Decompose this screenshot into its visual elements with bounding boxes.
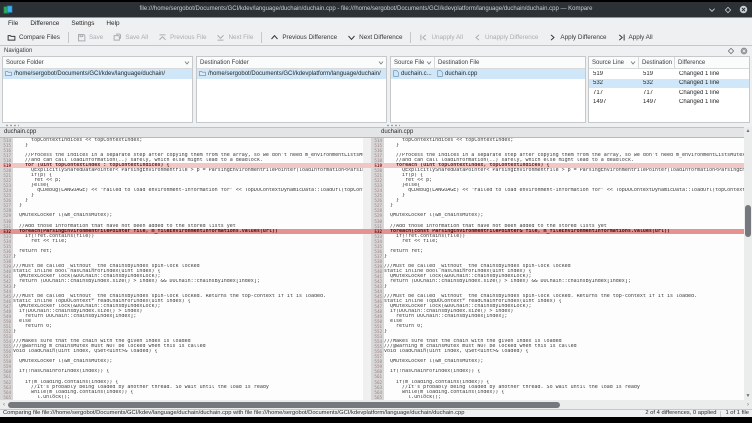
arrow-down-to-bar-icon — [216, 33, 225, 42]
code-line: QExplicitlySharedDataPointer< ParsingEnv… — [384, 168, 744, 173]
code-line: qCDebug(LANGUAGE) << "Failed to load env… — [13, 188, 363, 193]
diff-connector — [363, 138, 371, 400]
folder-icon — [5, 70, 12, 77]
chevron-down-icon — [347, 33, 356, 42]
titlebar[interactable]: file:///home/sergobot/Documents/GCI/kdev… — [0, 2, 752, 17]
scroll-right-icon[interactable]: › — [744, 400, 752, 409]
kompare-window: file:///home/sergobot/Documents/GCI/kdev… — [0, 0, 752, 423]
menu-file[interactable]: File — [2, 18, 24, 29]
file-list: Source File Destination File duchain.c..… — [390, 56, 586, 123]
compare-files-button[interactable]: Compare Files — [2, 31, 65, 44]
chevron-left-bar-icon — [419, 33, 428, 42]
source-line-numbers: 5145155165175185195205215225235245255265… — [0, 138, 13, 400]
vertical-scrollbar-thumb[interactable] — [745, 205, 751, 237]
difference-list: Source Line Destination Line Difference … — [588, 56, 750, 123]
source-folder-header[interactable]: Source Folder — [3, 57, 192, 69]
toolbar-separator — [410, 32, 411, 43]
nav-line-row[interactable]: 717 717 Changed 1 line — [589, 88, 749, 98]
unapply-difference-button[interactable]: Unapply Difference — [468, 31, 543, 44]
dock-close-icon[interactable] — [740, 47, 748, 55]
apply-all-button[interactable]: Apply All — [612, 31, 658, 44]
statusbar: Comparing file file:///home/sergobot/Doc… — [0, 409, 752, 417]
menubar: File Difference Settings Help — [0, 18, 752, 29]
menu-help[interactable]: Help — [100, 18, 125, 29]
navigation-panel: Source Folder /home/sergobot/Documents/G… — [0, 56, 752, 123]
save-all-button[interactable]: Save All — [108, 31, 153, 44]
dock-float-icon[interactable] — [727, 47, 735, 55]
previous-file-button[interactable]: Previous File — [153, 31, 211, 44]
source-folder-list: Source Folder /home/sergobot/Documents/G… — [2, 56, 193, 123]
sort-indicator-icon — [378, 60, 384, 65]
save-icon — [77, 33, 86, 42]
navigation-dock-title: Navigation — [4, 46, 32, 56]
cpp-file-icon — [437, 70, 443, 77]
diff-pane-headers: duchain.cpp duchain.cpp — [0, 127, 752, 138]
toolbar: Compare Files Save Save All Previous Fil… — [0, 29, 752, 46]
line-number: 565 — [371, 395, 384, 400]
window-title: file:///home/sergobot/Documents/GCI/kdev… — [40, 2, 692, 17]
folder-icon — [199, 70, 206, 77]
nav-line-row[interactable]: 532 532 Changed 1 line — [589, 79, 749, 89]
chevron-left-icon — [473, 33, 482, 42]
horizontal-scrollbar-thumb[interactable] — [8, 402, 560, 408]
destination-line-numbers: 5145155165175185195205215225235245255265… — [371, 138, 384, 400]
compare-files-icon — [7, 33, 16, 42]
scroll-up-icon[interactable]: ▲ — [744, 127, 752, 135]
code-line: l.unlock(); — [384, 395, 744, 400]
sort-indicator-icon — [630, 60, 636, 65]
destination-code-pane[interactable]: topContextIndices << topContextIndex; } … — [384, 138, 744, 400]
code-line: l.unlock(); — [13, 395, 363, 400]
arrow-up-to-bar-icon — [158, 33, 167, 42]
chevron-right-icon — [548, 33, 557, 42]
kompare-app-icon — [3, 5, 13, 15]
menu-settings[interactable]: Settings — [65, 18, 100, 29]
source-code-pane[interactable]: topContextIndices << topContextIndex; } … — [13, 138, 363, 400]
nav-line-row[interactable]: 1497 1497 Changed 1 line — [589, 98, 749, 108]
destination-folder-header[interactable]: Destination Folder — [197, 57, 386, 69]
horizontal-scrollbar[interactable]: ‹ › — [0, 400, 752, 409]
toolbar-separator — [68, 32, 69, 43]
next-difference-button[interactable]: Next Difference — [342, 31, 407, 44]
source-line-header[interactable]: Source Line — [589, 57, 639, 68]
toolbar-separator — [261, 32, 262, 43]
chevron-right-bar-icon — [617, 33, 626, 42]
sort-indicator-icon — [184, 60, 190, 65]
vertical-scrollbar[interactable]: ▲ ▼ — [744, 127, 752, 400]
scroll-down-icon[interactable]: ▼ — [744, 392, 752, 400]
code-line: QExplicitlySharedDataPointer< ParsingEnv… — [13, 168, 363, 173]
close-icon[interactable] — [739, 5, 748, 14]
file-row[interactable]: duchain.c... duchain.cpp — [391, 69, 585, 79]
source-folder-row[interactable]: /home/sergobot/Documents/GCI/kdev/langua… — [3, 69, 192, 79]
menu-difference[interactable]: Difference — [24, 18, 65, 29]
next-file-button[interactable]: Next File — [211, 31, 258, 44]
minimize-icon[interactable] — [707, 5, 716, 14]
nav-line-row[interactable]: 519 519 Changed 1 line — [589, 69, 749, 79]
chevron-up-icon — [270, 33, 279, 42]
navigation-dock-header: Navigation — [0, 46, 752, 56]
differences-status: 2 of 4 differences, 0 applied — [645, 410, 716, 417]
sort-indicator-icon — [426, 60, 432, 65]
comparing-status: Comparing file file:///home/sergobot/Doc… — [3, 410, 464, 417]
connector-band — [363, 395, 371, 400]
line-number: 565 — [0, 395, 13, 400]
diff-view[interactable]: 5145155165175185195205215225235245255265… — [0, 138, 752, 400]
source-file-header[interactable]: Source File — [391, 57, 435, 68]
scroll-left-icon[interactable]: ‹ — [0, 400, 8, 409]
destination-file-header[interactable]: Destination File — [435, 57, 585, 68]
destination-line-header[interactable]: Destination Line — [639, 57, 675, 68]
save-all-icon — [113, 33, 122, 42]
previous-difference-button[interactable]: Previous Difference — [265, 31, 342, 44]
save-button[interactable]: Save — [72, 31, 108, 44]
code-line: qCDebug(LANGUAGE) << "Failed to load env… — [384, 188, 744, 193]
statusbar-separator — [720, 411, 721, 417]
destination-folder-row[interactable]: /home/sergobot/Documents/GCI/kdevplatfor… — [197, 69, 386, 79]
maximize-icon[interactable] — [723, 5, 732, 14]
destination-folder-list: Destination Folder /home/sergobot/Docume… — [196, 56, 387, 123]
files-status: 1 of 1 file — [725, 410, 749, 417]
unapply-all-button[interactable]: Unapply All — [414, 31, 468, 44]
cpp-file-icon — [393, 70, 399, 77]
apply-difference-button[interactable]: Apply Difference — [543, 31, 611, 44]
difference-header[interactable]: Difference — [675, 57, 749, 68]
